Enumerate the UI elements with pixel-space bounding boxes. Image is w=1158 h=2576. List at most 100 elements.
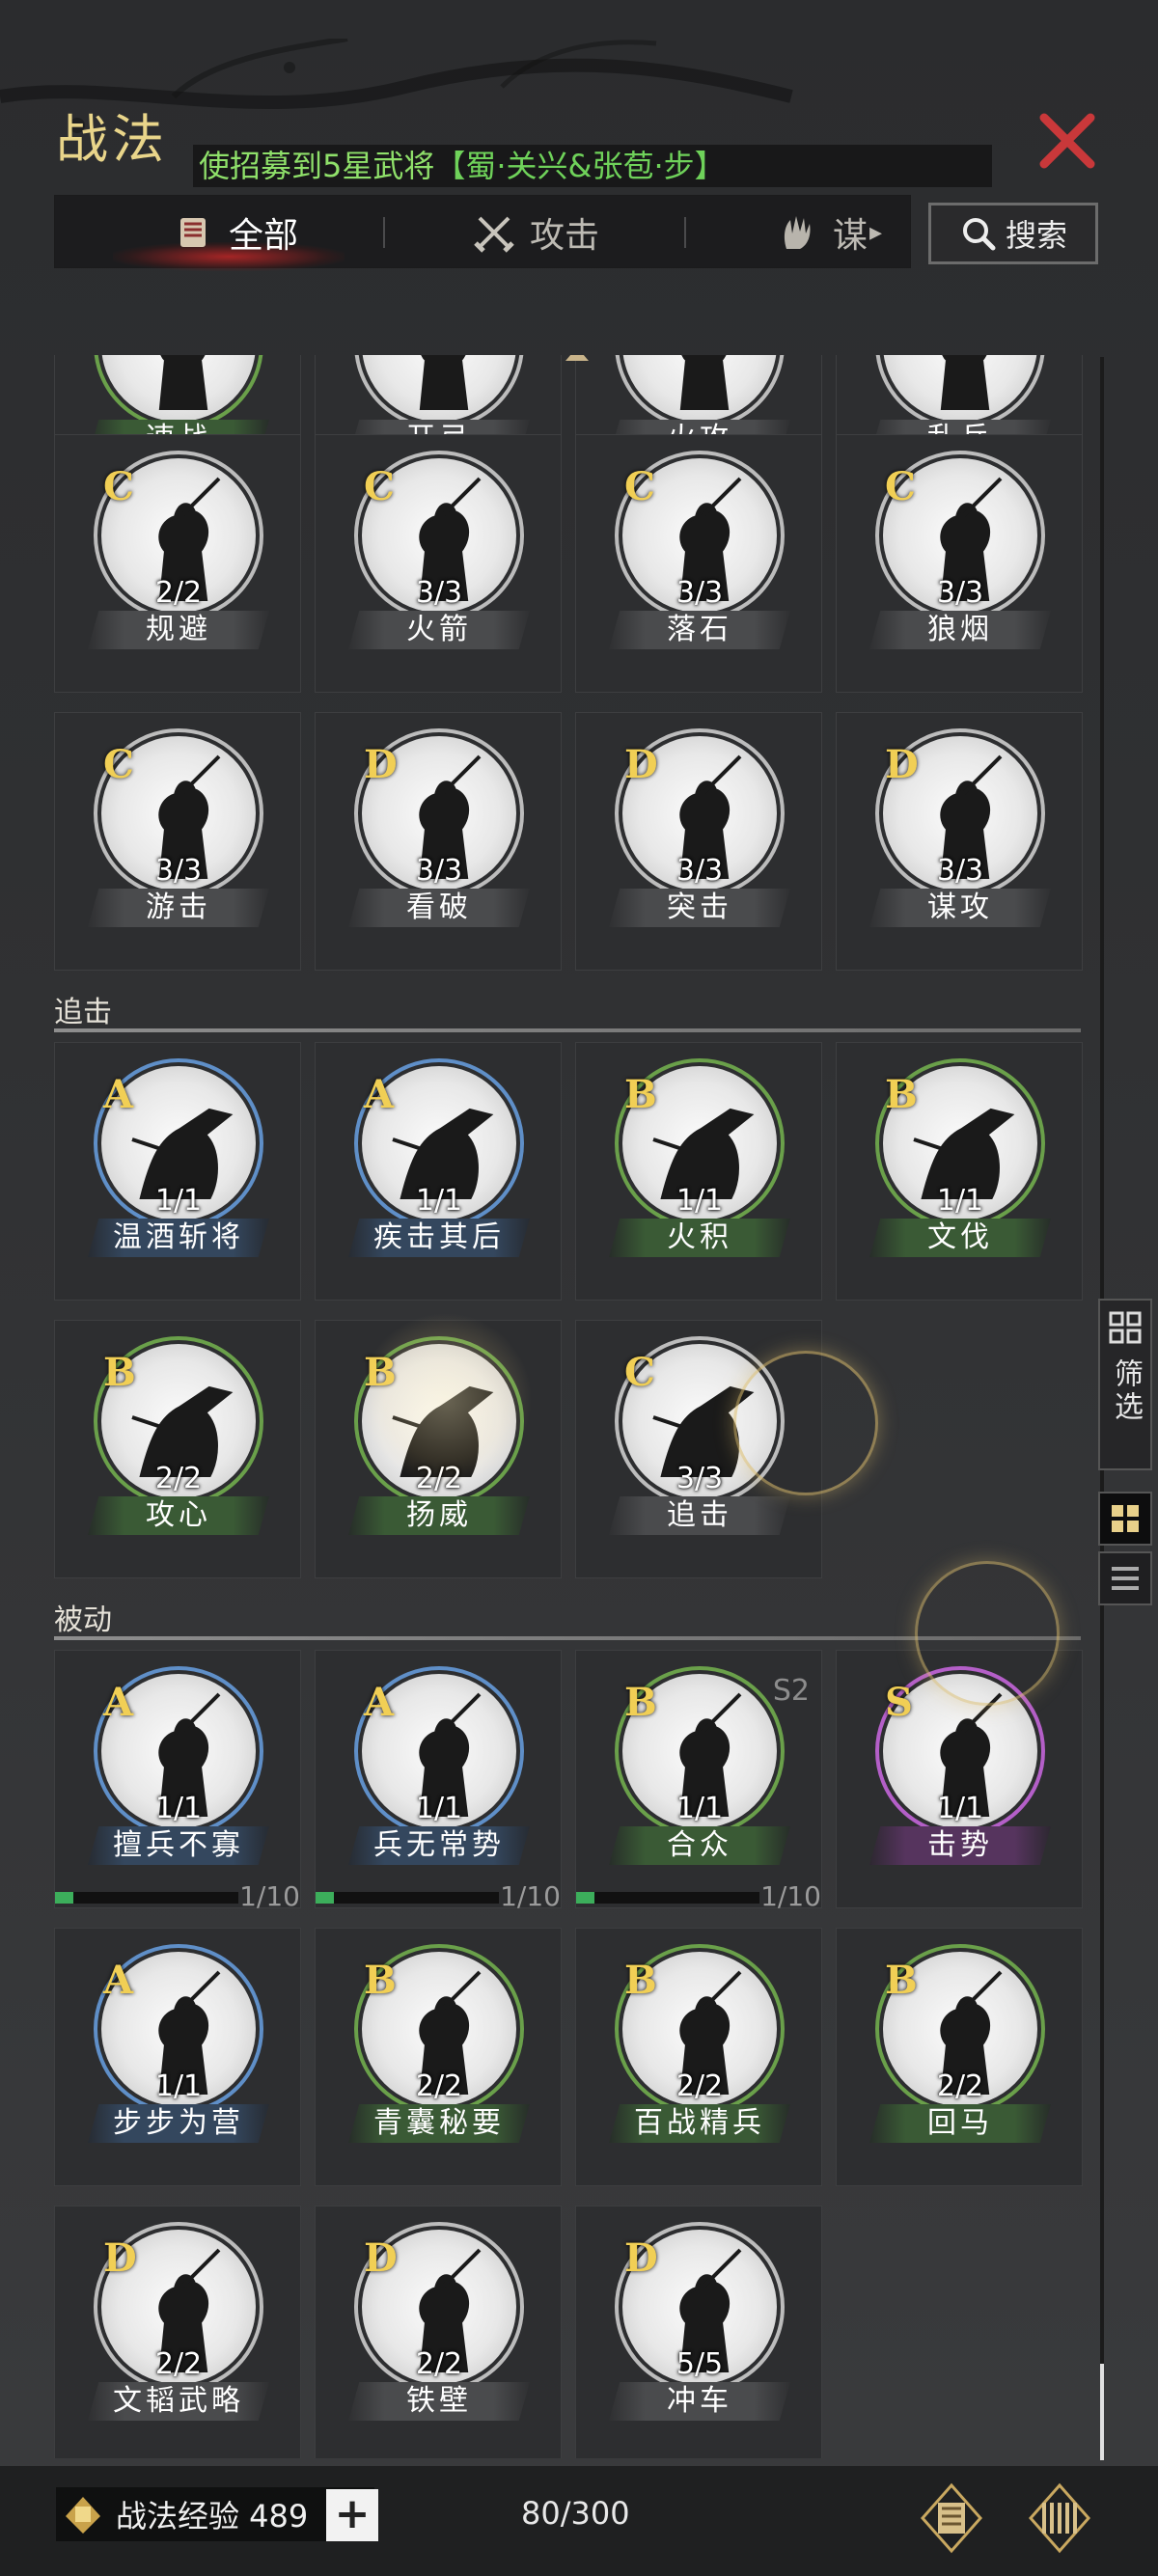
skill-card[interactable]: C 3/3 追击 [575, 1320, 822, 1578]
search-button[interactable]: 搜索 [928, 203, 1098, 264]
skill-name: 火箭 [348, 611, 530, 649]
section-title-pursuit: 追击 [54, 996, 112, 1029]
skill-count: 1/1 [154, 1792, 203, 1825]
skill-card[interactable]: D 3/3 突击 [575, 712, 822, 971]
skill-card[interactable]: C 3/3 落石 [575, 434, 822, 693]
skill-name: 兵无常势 [348, 1826, 530, 1865]
skill-name: 百战精兵 [609, 2104, 790, 2143]
bamboo-scroll-icon[interactable] [1021, 2480, 1098, 2557]
skill-card[interactable]: D 2/2 铁壁 [315, 2206, 562, 2458]
skill-card[interactable]: C 3/3 游击 [54, 712, 301, 971]
skill-count: 2/2 [154, 1462, 203, 1495]
skill-name: 文韬武略 [88, 2382, 269, 2421]
section-title-passive: 被动 [54, 1603, 112, 1637]
skill-count: 2/2 [154, 576, 203, 610]
skill-card[interactable]: B 2/2 攻心 [54, 1320, 301, 1578]
skill-grid[interactable]: 速战开弓火攻乱兵C2/2规避C3/3火箭C3/3落石C3/3狼烟C3/3游击D3… [54, 355, 1100, 2458]
grade-badge: D [624, 742, 658, 787]
grade-badge: B [885, 1072, 918, 1117]
grade-badge: A [103, 1958, 134, 2003]
skill-count: 2/2 [676, 2069, 724, 2103]
skill-card[interactable]: B 2/2 青囊秘要 [315, 1928, 562, 2186]
skill-card[interactable]: D 2/2 文韬武略 [54, 2206, 301, 2458]
skill-count: 1/1 [936, 1792, 984, 1825]
skill-card[interactable]: D 3/3 谋攻 [836, 712, 1083, 971]
close-icon[interactable] [1033, 106, 1102, 176]
skill-card[interactable]: B S2 1/1 合众 1/10 [575, 1650, 822, 1912]
skill-card[interactable]: A 1/1 步步为营 [54, 1928, 301, 2186]
filter-button[interactable]: 筛选 [1098, 1299, 1152, 1470]
tab-scroll-arrow-icon[interactable]: ▸ [869, 218, 882, 247]
warrior-figure-icon [419, 355, 469, 410]
skill-name: 火积 [609, 1219, 790, 1257]
skill-name: 铁壁 [348, 2382, 530, 2421]
tab-all[interactable]: 全部 [171, 196, 298, 269]
skill-card[interactable]: C 3/3 狼烟 [836, 434, 1083, 693]
header: 战法 使招募到5星武将【蜀·关兴&张苞·步】 全部 攻击 谋 ▸ 搜索 [0, 0, 1158, 367]
skill-count: 2/2 [415, 2347, 463, 2381]
skill-card[interactable]: B 1/1 火积 [575, 1042, 822, 1301]
grade-badge: A [103, 1680, 134, 1725]
tab-label: 谋 [833, 216, 868, 256]
skill-card[interactable]: B 2/2 扬威 [315, 1320, 562, 1578]
skill-name: 攻心 [88, 1496, 269, 1535]
grade-badge: D [364, 2235, 398, 2281]
skill-count: 3/3 [415, 854, 463, 888]
skill-card[interactable]: A 1/1 温酒斩将 [54, 1042, 301, 1301]
add-exp-button[interactable]: + [326, 2489, 378, 2541]
scroll-up-indicator-icon [565, 355, 589, 361]
list-view-icon [1112, 1567, 1139, 1590]
scrollbar-thumb[interactable] [1100, 2364, 1104, 2460]
skill-card[interactable]: A 1/1 疾击其后 [315, 1042, 562, 1301]
skill-card[interactable]: A 1/1 兵无常势 1/10 [315, 1650, 563, 1912]
skill-count: 2/2 [415, 1462, 463, 1495]
skill-card[interactable]: B 2/2 回马 [836, 1928, 1083, 2186]
scroll-icon [180, 218, 206, 247]
grade-badge: A [364, 1680, 395, 1725]
notice-text: 使招募到5星武将 [199, 148, 435, 184]
skill-name: 温酒斩将 [88, 1219, 269, 1257]
progress-text: 1/10 [760, 1880, 821, 1912]
tactic-exp-label: 战法经验 489 [116, 2498, 309, 2535]
skill-name: 落石 [609, 611, 790, 649]
notice-highlight: 【蜀·关兴&张苞·步】 [434, 148, 726, 184]
tab-divider [684, 217, 686, 248]
skill-name: 突击 [609, 889, 790, 927]
skill-count: 3/3 [936, 576, 984, 610]
skill-count: 2/2 [936, 2069, 984, 2103]
grade-badge: C [364, 464, 395, 509]
progress-fill [55, 1892, 73, 1904]
grade-badge: B [103, 1350, 136, 1395]
skill-name: 谋攻 [869, 889, 1051, 927]
search-icon [962, 218, 996, 251]
progress-fill [316, 1892, 334, 1904]
tab-strategy[interactable]: 谋 ▸ [775, 196, 882, 269]
grid-filter-icon [1109, 1311, 1142, 1344]
scroll-book-icon[interactable] [913, 2480, 990, 2557]
list-view-button[interactable] [1098, 1551, 1152, 1605]
skill-name: 合众 [609, 1826, 790, 1865]
grade-badge: C [103, 464, 134, 509]
tab-attack[interactable]: 攻击 [472, 196, 599, 269]
skill-card[interactable]: B 2/2 百战精兵 [575, 1928, 822, 2186]
skill-card[interactable]: B 1/1 文伐 [836, 1042, 1083, 1301]
tab-divider [383, 217, 385, 248]
skill-card[interactable]: C 2/2 规避 [54, 434, 301, 693]
skill-card[interactable]: A 1/1 擅兵不寡 1/10 [54, 1650, 301, 1912]
skill-card[interactable]: S 1/1 击势 [836, 1650, 1083, 1908]
skill-card[interactable]: D 5/5 冲车 [575, 2206, 822, 2458]
grade-badge: C [103, 742, 134, 787]
fist-scroll-icon [66, 2497, 100, 2534]
grade-badge: B [364, 1958, 397, 2003]
grid-view-button[interactable] [1098, 1492, 1152, 1546]
skill-card[interactable]: D 3/3 看破 [315, 712, 562, 971]
grade-badge: D [103, 2235, 137, 2281]
skill-count: 2/2 [415, 2069, 463, 2103]
skill-name: 青囊秘要 [348, 2104, 530, 2143]
upgrade-progress: 1/10 [316, 1880, 563, 1912]
grade-badge: C [624, 464, 655, 509]
skill-count: 3/3 [676, 1462, 724, 1495]
skill-name: 步步为营 [88, 2104, 269, 2143]
warrior-figure-icon [940, 355, 990, 410]
skill-card[interactable]: C 3/3 火箭 [315, 434, 562, 693]
